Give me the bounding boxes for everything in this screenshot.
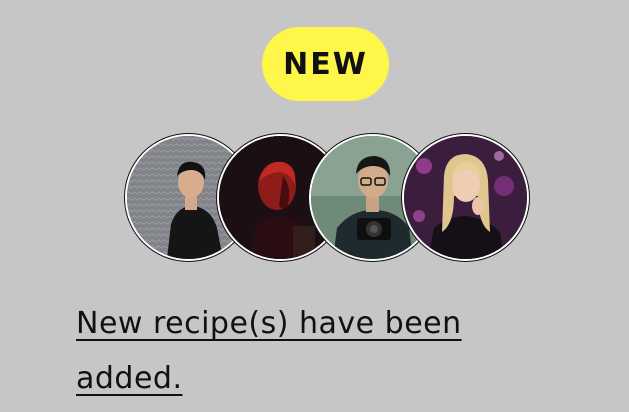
avatar-stack (125, 134, 529, 261)
avatar (402, 134, 529, 261)
notification-card: NEW New recipe(s) have been added. (0, 0, 629, 412)
avatar-photo-4 (404, 136, 527, 259)
new-badge: NEW (262, 27, 389, 101)
new-recipes-link[interactable]: New recipe(s) have been added. (76, 296, 496, 406)
